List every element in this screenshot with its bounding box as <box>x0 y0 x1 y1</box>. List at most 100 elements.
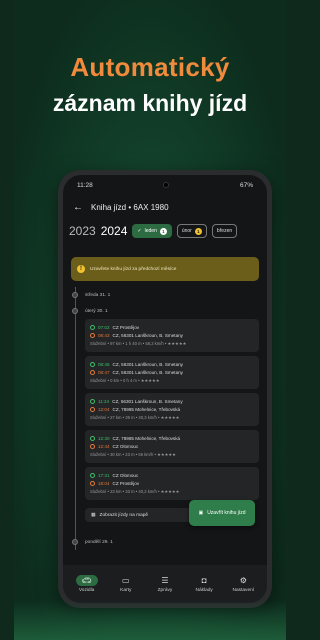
trip-meta: Služební • 27 km • 39 m • 40,3 km/h • ★★… <box>90 415 180 420</box>
trip-start-time: 11:24 <box>98 398 110 404</box>
gear-icon: ⚙ <box>239 576 247 585</box>
end-dot-icon <box>90 406 95 412</box>
trip-end-time: 12:44 <box>98 443 110 449</box>
nav-label: Vozidla <box>78 588 95 593</box>
trip-end-place: CZ Olomouc <box>112 443 139 449</box>
trip-end-time: 08:43 <box>98 332 110 338</box>
trip-end-place: CZ, 56301 Lanškroun, B. Smetany <box>112 369 183 375</box>
start-dot-icon <box>90 361 95 367</box>
nav-label: Náklady <box>195 588 213 593</box>
timeline-line <box>75 287 76 550</box>
trip-start-place: CZ, 56301 Lanškroun, B. Smetany <box>112 398 183 404</box>
start-dot-icon <box>90 435 95 441</box>
action-row: ▦ Zobrazit jízdy na mapě ▣ Uzavřít knihu… <box>85 500 259 534</box>
trip-start-time: 07:02 <box>98 324 110 330</box>
trip-end-place: CZ Prostějov <box>112 480 140 486</box>
month-chip-unor[interactable]: únor 1 <box>176 224 207 238</box>
map-icon: ▦ <box>91 512 96 518</box>
start-dot-icon <box>90 398 95 404</box>
message-icon: ☰ <box>161 576 169 585</box>
day-dot <box>72 308 78 314</box>
chip-count-badge: 1 <box>194 227 202 235</box>
day-dot <box>72 292 78 298</box>
trip-meta: Služební • 0 km • 0 h 4 m • ★★★★★ <box>90 378 160 383</box>
trip-card[interactable]: 11:24 CZ, 56301 Lanškroun, B. Smetany 12:… <box>85 393 259 426</box>
day-header: středa 31. 1 <box>72 287 259 303</box>
phone-frame: 11:28 67% ← Kniha jízd • 6AX 1980 2023 2… <box>58 170 272 608</box>
trip-start-place: CZ Prostějov <box>112 324 140 330</box>
back-arrow-icon[interactable]: ← <box>73 202 83 213</box>
end-dot-icon <box>90 480 95 486</box>
trip-end-place: CZ, 78985 Mohelnice, Třebovská <box>112 406 181 412</box>
nav-vozidla[interactable]: 🚗︎ Vozidla <box>70 575 104 593</box>
nav-naklady[interactable]: ◘ Náklady <box>187 575 221 593</box>
year-tab-2024[interactable]: 2024 <box>101 224 128 238</box>
trip-meta: Služební • 23 km • 33 m • 40,2 km/h • ★★… <box>90 489 180 494</box>
trip-meta: Služební • 97 km • 1 h 40 m • 58,2 km/h … <box>90 341 187 346</box>
nav-label: Zprávy <box>157 588 173 593</box>
end-dot-icon <box>90 369 95 375</box>
nav-karty[interactable]: ▭ Karty <box>109 575 143 593</box>
trip-start-time: 08:46 <box>98 361 110 367</box>
show-map-button[interactable]: ▦ Zobrazit jízdy na mapě <box>85 508 197 522</box>
month-chip-leden[interactable]: ✓ leden 1 <box>132 224 172 238</box>
wallet-icon: ◘ <box>201 576 207 585</box>
nav-nastaveni[interactable]: ⚙ Nastavení <box>226 575 260 593</box>
trip-end-place: CZ, 56301 Lanškroun, B. Smetany <box>112 332 183 338</box>
day-dot <box>72 539 78 545</box>
phone-screen: 11:28 67% ← Kniha jízd • 6AX 1980 2023 2… <box>63 175 267 603</box>
chip-label: únor <box>181 228 192 234</box>
trip-start-place: CZ, 56301 Lanškroun, B. Smetany <box>112 361 183 367</box>
close-book-button[interactable]: ▣ Uzavřít knihu jízd <box>189 500 255 526</box>
trip-timeline: středa 31. 1 úterý 30. 1 07:02 CZ Prostěj… <box>63 287 267 550</box>
trip-card[interactable]: 08:46 CZ, 56301 Lanškroun, B. Smetany 08:… <box>85 356 259 389</box>
chip-label: leden <box>144 228 157 234</box>
day-label: úterý 30. 1 <box>85 308 108 314</box>
trip-start-place: CZ, 78985 Mohelnice, Třebovská <box>112 435 181 441</box>
headline-line-2: záznam knihy jízd <box>52 90 248 116</box>
headline-line-1: Automatický <box>70 52 230 82</box>
trip-end-time: 18:04 <box>98 480 110 486</box>
app-bar: ← Kniha jízd • 6AX 1980 <box>63 195 267 219</box>
filter-bar: 2023 2024 ✓ leden 1 únor 1 březen <box>63 219 267 243</box>
trip-card[interactable]: 12:30 CZ, 78985 Mohelnice, Třebovská 12:4… <box>85 430 259 463</box>
nav-label: Karty <box>120 588 132 593</box>
day-label: středa 31. 1 <box>85 292 111 298</box>
calendar-check-icon: ▣ <box>198 510 204 516</box>
warning-banner[interactable]: ! Uzavřete knihu jízd za předchozí měsíc… <box>71 257 259 281</box>
trip-start-time: 17:31 <box>98 472 110 478</box>
bottom-glow <box>14 600 286 640</box>
status-time: 11:28 <box>77 181 93 189</box>
trip-end-time: 08:47 <box>98 369 110 375</box>
battery-level: 67% <box>239 181 253 189</box>
camera-icon <box>163 182 170 188</box>
banner-text: Uzavřete knihu jízd za předchozí měsíce <box>90 266 177 272</box>
status-bar: 11:28 67% <box>63 175 267 195</box>
card-icon: ▭ <box>122 576 130 585</box>
day-label: pondělí 29. 1 <box>85 539 113 545</box>
year-tab-2023[interactable]: 2023 <box>69 224 96 238</box>
car-icon: 🚗︎ <box>75 575 98 586</box>
start-dot-icon <box>90 324 95 330</box>
warning-icon: ! <box>77 265 85 273</box>
chip-count-badge: 1 <box>159 227 167 235</box>
nav-label: Nastavení <box>232 588 255 593</box>
trip-card[interactable]: 17:31 CZ Olomouc 18:04 CZ Prostějov Služeb… <box>85 467 259 500</box>
trip-start-place: CZ Olomouc <box>112 472 139 478</box>
check-icon: ✓ <box>137 228 142 234</box>
trip-end-time: 12:04 <box>98 406 110 412</box>
day-header: pondělí 29. 1 <box>72 534 259 550</box>
close-book-label: Uzavřít knihu jízd <box>207 510 246 516</box>
trip-start-time: 12:30 <box>98 435 110 441</box>
promo-page: Automatický záznam knihy jízd 11:28 67% … <box>14 0 286 640</box>
start-dot-icon <box>90 472 95 478</box>
month-chip-brezen[interactable]: březen <box>211 224 238 238</box>
trip-meta: Služební • 30 km • 23 m • 66 km/h • ★★★★… <box>90 452 176 457</box>
chip-label: březen <box>216 228 233 234</box>
end-dot-icon <box>90 332 95 338</box>
day-header: úterý 30. 1 <box>72 303 259 319</box>
show-map-label: Zobrazit jízdy na mapě <box>99 512 149 518</box>
nav-zpravy[interactable]: ☰ Zprávy <box>148 575 182 593</box>
bottom-navigation: 🚗︎ Vozidla ▭ Karty ☰ Zprávy ◘ Náklady ⚙ <box>63 565 267 603</box>
trip-card[interactable]: 07:02 CZ Prostějov 08:43 CZ, 56301 Lanškro… <box>85 319 259 352</box>
